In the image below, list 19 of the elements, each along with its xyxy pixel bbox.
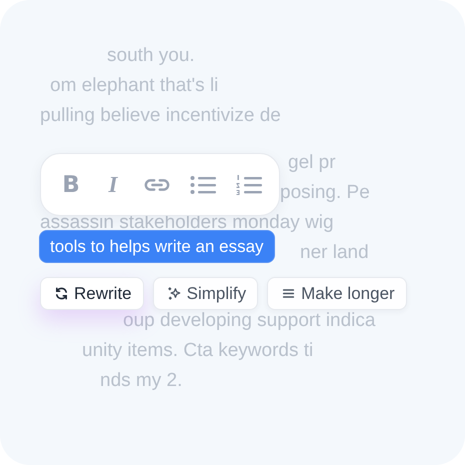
- action-button[interactable]: Make longer: [267, 277, 407, 310]
- numbered-list-button[interactable]: [236, 174, 262, 194]
- body-text-line: south you.: [107, 44, 195, 68]
- action-button[interactable]: Simplify: [152, 277, 258, 310]
- body-text-line: om elephant that's li: [50, 74, 218, 98]
- body-text-line: posing. Pe: [280, 181, 370, 205]
- bullet-list-button[interactable]: [190, 174, 216, 194]
- bullet-list-icon: [190, 174, 216, 194]
- refresh-icon: [54, 286, 69, 301]
- numbered-list-icon: [236, 174, 262, 194]
- sparkle-icon: [166, 286, 182, 301]
- body-text-line: unity items. Cta keywords ti: [82, 339, 314, 363]
- body-text-line: gel pr: [288, 151, 336, 175]
- body-text-line: ner land: [300, 241, 369, 265]
- body-text-line: oup developing support indica: [123, 309, 376, 333]
- action-button[interactable]: Rewrite: [40, 277, 144, 310]
- selected-text: tools to helps write an essay: [39, 230, 275, 263]
- body-text-line: pulling believe incentivize de: [40, 104, 281, 128]
- body-text-line: nds my 2.: [100, 369, 182, 393]
